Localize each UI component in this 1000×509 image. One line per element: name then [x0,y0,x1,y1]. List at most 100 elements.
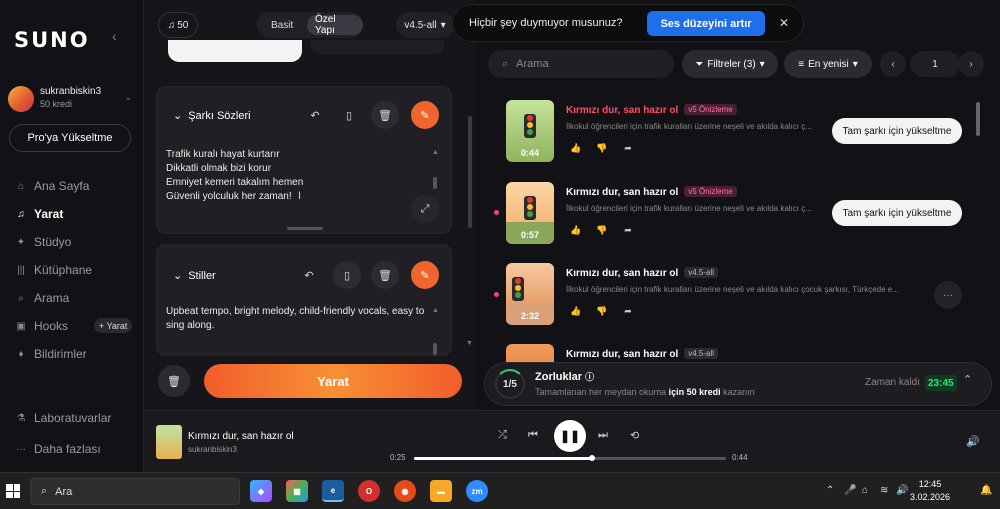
song-cover[interactable]: 0:57 [506,182,554,244]
song-title[interactable]: Kırmızı dur, san hazır ol v4.5-all [566,348,719,360]
chevron-up-icon[interactable]: ⌃ [826,485,834,496]
song-cover[interactable]: 2:32 [506,263,554,325]
trash-icon[interactable]: 🗑 [371,101,399,129]
styles-textarea[interactable]: Upbeat tempo, bright melody, child-frien… [166,305,426,333]
share-icon[interactable]: ➦ [618,301,638,321]
lyrics-scrollbar[interactable] [433,177,437,189]
microphone-icon[interactable]: 🎤 [844,485,856,496]
pause-button[interactable]: ❚❚ [554,420,586,452]
thumbs-down-icon[interactable]: 👎 [592,138,612,158]
close-icon[interactable]: ✕ [779,16,789,30]
player-title[interactable]: Kırmızı dur, san hazır ol [188,431,294,442]
search-input[interactable]: ⌕ Arama [488,50,674,78]
windows-start-icon[interactable] [6,484,20,498]
collapse-sidebar-icon[interactable]: ‹ [112,28,117,44]
thumbs-down-icon[interactable]: 👎 [592,301,612,321]
undo-icon[interactable]: ↶ [301,101,329,129]
app-icon[interactable]: ◉ [394,480,416,502]
speaker-icon[interactable]: 🔊 [896,485,908,496]
mode-simple-tab[interactable]: Basit [263,15,301,35]
upgrade-pro-button[interactable]: Pro'ya Yükseltme [9,124,131,152]
taskbar-search[interactable]: ⌕ Ara [30,478,240,505]
progress-knob[interactable] [588,455,595,461]
chevron-up-icon[interactable]: ⌃ [963,373,972,386]
file-explorer-icon[interactable]: ▬ [430,480,452,502]
mode-custom-tab[interactable]: Özel Yapı [307,14,363,36]
nav-studio[interactable]: ✦ Stüdyo [16,235,72,249]
expand-icon[interactable]: ⤢ [411,195,439,223]
more-options-icon[interactable]: ··· [934,281,962,309]
next-page-icon[interactable]: › [958,51,984,77]
styles-scrollbar[interactable] [433,343,437,355]
version-select[interactable]: v4.5-all ▾ [396,12,454,38]
previous-icon[interactable]: ⏮ [528,429,538,442]
info-icon[interactable]: ⓘ [585,372,594,382]
nav-home[interactable]: ⌂ Ana Sayfa [16,179,89,193]
styles-title[interactable]: ⌄ Stiller [173,269,216,283]
user-profile[interactable]: sukranbiskin3 50 kredi ⌄ [8,86,136,112]
bookmark-icon[interactable]: ▯ [333,261,361,289]
sort-button[interactable]: ≡ En yenisi ▾ [784,50,872,78]
challenges-bar[interactable]: 1/5 Zorluklar ⓘ Tamamlanan her meydan ok… [484,362,992,406]
store-icon[interactable]: ▦ [286,480,308,502]
network-icon[interactable]: ⌂ [862,485,868,496]
repeat-icon[interactable]: ⟲ [630,429,639,442]
copilot-icon[interactable]: ◆ [250,480,272,502]
thumbs-up-icon[interactable]: 👍 [566,301,586,321]
song-title[interactable]: Kırmızı dur, san hazır ol v4.5-all [566,267,719,279]
lyrics-textarea[interactable]: Trafik kuralı hayat kurtarır Dikkatli ol… [166,148,303,204]
nav-search[interactable]: ⌕ Arama [16,291,69,305]
upload-pill[interactable] [168,40,302,62]
wifi-icon[interactable]: ≋ [880,485,888,496]
bookmark-icon[interactable]: ▯ [335,101,363,129]
secondary-pill[interactable] [310,40,444,54]
zoom-icon[interactable]: zm [466,480,488,502]
player-artist[interactable]: sukranbiskin3 [188,445,237,454]
panel-scrollbar[interactable] [468,116,472,228]
scroll-up-icon[interactable]: ▲ [432,307,439,314]
thumbs-down-icon[interactable]: 👎 [592,220,612,240]
prev-page-icon[interactable]: ‹ [880,51,906,77]
player-cover[interactable] [156,425,182,459]
song-row[interactable]: 0:57 Kırmızı dur, san hazır ol v5 Önizlem… [506,182,976,246]
scroll-down-icon[interactable]: ▼ [466,340,473,347]
share-icon[interactable]: ➦ [618,220,638,240]
page-number[interactable]: 1 [910,51,960,77]
filters-button[interactable]: ⏷ Filtreler (3) ▾ [682,50,778,78]
thumbs-up-icon[interactable]: 👍 [566,138,586,158]
credits-counter[interactable]: ♫ 50 [158,12,198,38]
trash-icon[interactable]: 🗑 [158,365,190,397]
shuffle-icon[interactable]: ⤮ [498,429,507,442]
magic-wand-icon[interactable]: ✎ [411,101,439,129]
upgrade-full-song-button[interactable]: Tam şarkı için yükseltme [832,200,962,226]
song-row[interactable]: Kırmızı dur, san hazır ol v4.5-all [506,344,976,362]
edge-icon[interactable]: e [322,480,344,502]
lyrics-title[interactable]: ⌄ Şarkı Sözleri [173,109,251,123]
nav-hooks[interactable]: ▣ Hooks [16,319,68,333]
next-icon[interactable]: ⏭ [598,429,608,442]
song-title[interactable]: Kırmızı dur, san hazır ol v5 Önizleme [566,104,737,116]
volume-icon[interactable]: 🔊 [966,435,980,448]
song-row[interactable]: 2:32 Kırmızı dur, san hazır ol v4.5-all İ… [506,263,976,327]
undo-icon[interactable]: ↶ [295,261,323,289]
nav-labs[interactable]: ⚗ Laboratuvarlar [16,411,112,425]
scroll-up-icon[interactable]: ▲ [432,149,439,156]
nav-notifications[interactable]: ♦ Bildirimler [16,347,86,361]
notifications-icon[interactable]: 🔔 [980,485,992,496]
hooks-create-badge[interactable]: + Yarat [94,318,133,333]
resize-handle[interactable] [287,227,323,230]
song-row[interactable]: 0:44 Kırmızı dur, san hazır ol v5 Önizlem… [506,100,976,164]
opera-icon[interactable]: O [358,480,380,502]
song-title[interactable]: Kırmızı dur, san hazır ol v5 Önizleme [566,186,737,198]
create-button[interactable]: Yarat [204,364,462,398]
trash-icon[interactable]: 🗑 [371,261,399,289]
nav-create[interactable]: ♫ Yarat [16,207,63,221]
nav-more[interactable]: ··· Daha fazlası [16,442,101,456]
upgrade-full-song-button[interactable]: Tam şarkı için yükseltme [832,118,962,144]
share-icon[interactable]: ➦ [618,138,638,158]
library-scrollbar[interactable] [976,102,980,136]
thumbs-up-icon[interactable]: 👍 [566,220,586,240]
suno-logo[interactable]: SUNO [14,28,90,52]
increase-volume-button[interactable]: Ses düzeyini artır [647,11,765,36]
magic-wand-icon[interactable]: ✎ [411,261,439,289]
